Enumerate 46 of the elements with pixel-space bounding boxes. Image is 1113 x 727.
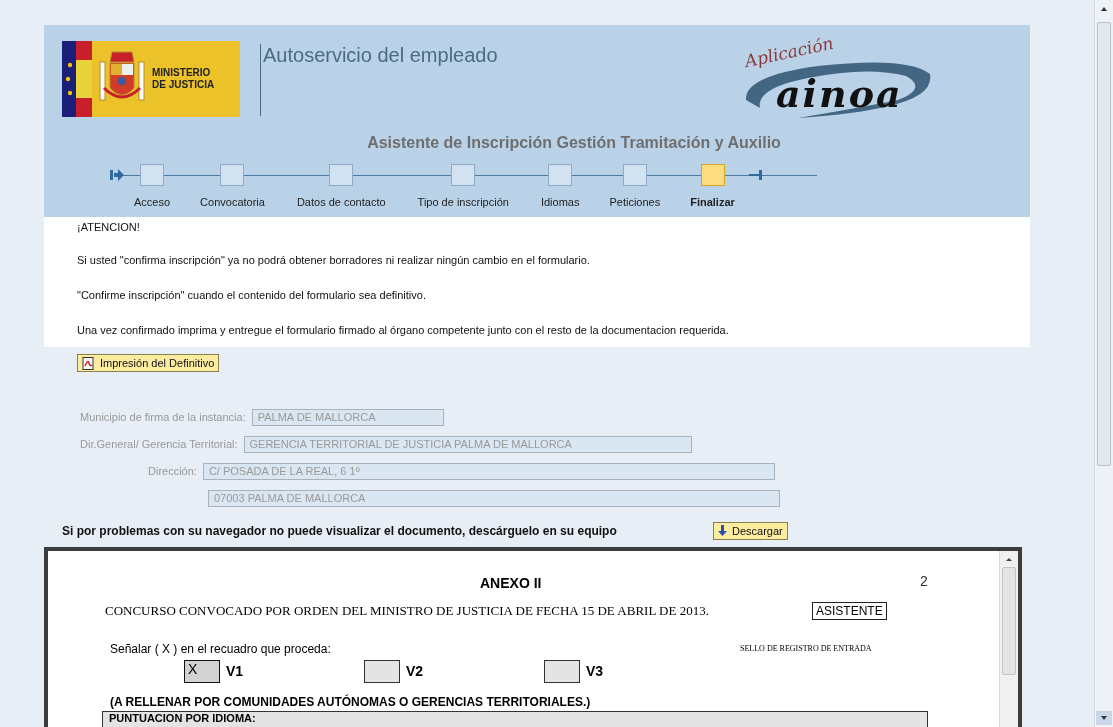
step-label[interactable]: Acceso [134,196,171,208]
page-number: 2 [920,572,928,589]
step-box[interactable] [622,164,647,186]
field-label: Dirección: [148,465,197,477]
notice-text: "Confirme inscripción" cuando el contenido del formulario sea definitivo. [77,289,427,301]
end-icon [748,169,763,181]
step-label[interactable]: Finalizar [690,196,735,208]
table-header: PUNTUACION POR IDIOMA: [102,710,928,727]
step-label[interactable]: Peticiones [609,196,661,208]
step-label[interactable]: Convocatoria [200,196,265,208]
print-button[interactable]: Impresión del Definitivo [77,354,220,372]
app-logo-text: ainoa [776,74,903,114]
step-box[interactable] [329,164,354,186]
down-arrow-icon [718,525,727,536]
download-button[interactable]: Descargar [713,521,788,540]
wizard-title: Asistente de Inscripción Gestión Tramitación y Auxilio [366,134,782,152]
step-label[interactable]: Datos de contacto [296,196,386,208]
pdf-icon [82,356,95,370]
step-box[interactable] [140,164,165,186]
stamp-label: SELLO DE REGISTRO DE ENTRADA [740,643,872,653]
step-box[interactable] [220,164,245,186]
option-label: V2 [406,662,424,679]
step-label[interactable]: Tipo de inscripción [417,196,509,208]
notice-text: ¡ATENCION! [77,221,141,233]
app-title: Autoservicio del empleado [263,44,498,67]
step-box[interactable] [548,164,573,186]
ministry-name: MINISTERIO DE JUSTICIA [152,67,215,91]
document-heading: ANEXO II [480,574,542,591]
instruction-text: Señalar ( X ) en el recuadro que proceda: [110,641,331,656]
download-hint: Si por problemas con su navegador no puede visualizar el documento, descárguelo en su equipo [62,523,618,538]
category-label: ASISTENTE [812,601,887,620]
option-label: V1 [226,662,244,679]
section-heading: (A RELLENAR POR COMUNIDADES AUTÓNOMAS O GERENCIAS TERRITORIALES.) [110,694,591,709]
convocation-text: CONCURSO CONVOCADO POR ORDEN DEL MINISTRO DE JUSTICIA DE FECHA 15 DE ABRIL DE 2013. [105,602,709,619]
step-box[interactable] [700,164,725,186]
start-icon [110,169,124,181]
option-label: V3 [586,662,604,679]
step-label[interactable]: Idiomas [540,196,580,208]
step-box[interactable] [451,164,476,186]
notice-text: Si usted "confirma inscripción" ya no podrá obtener borradores ni realizar ningún cambio en el formulario. [77,254,591,266]
notice-text: Una vez confirmado imprima y entregue el formulario firmado al órgano competente junto con el resto de la documentacion requerida. [77,324,730,336]
field-label: Dir.General/ Gerencia Territorial: [80,438,238,450]
field-label: Municipio de firma de la instancia: [80,411,246,423]
scrollbar[interactable] [999,550,1018,727]
scrollbar[interactable] [1094,0,1113,727]
flag-icon [62,41,92,117]
